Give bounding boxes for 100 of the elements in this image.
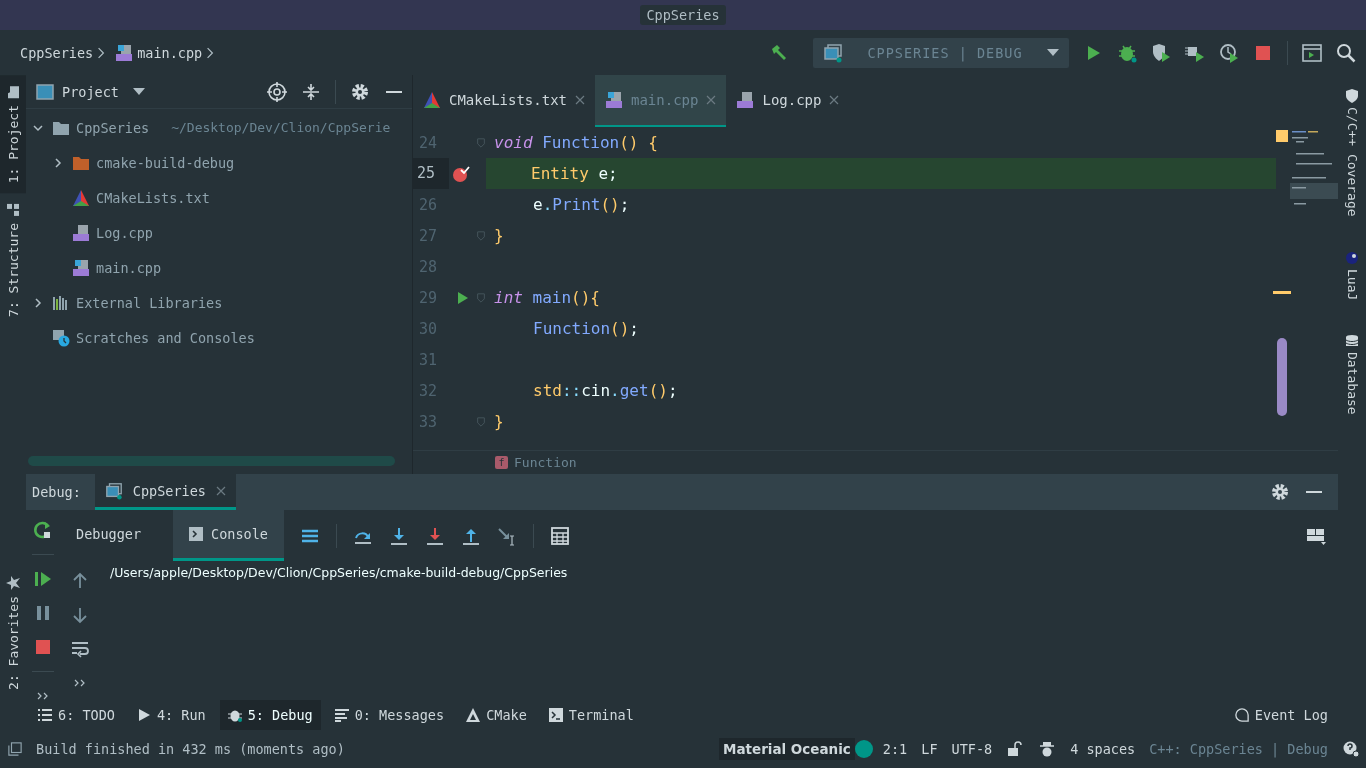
file-encoding[interactable]: UTF-8 (951, 741, 993, 757)
project-path: ~/Desktop/Dev/Clion/CppSerie (171, 118, 391, 137)
speech-bubble-icon (1234, 708, 1249, 722)
code-token: :: (561, 381, 582, 400)
warning-marker[interactable] (1273, 291, 1291, 294)
debugger-tab[interactable]: Console (173, 510, 284, 561)
tree-item[interactable]: main.cpp (96, 259, 162, 276)
hammer-icon[interactable] (769, 42, 789, 63)
run-to-cursor-icon[interactable] (496, 525, 517, 546)
clock-run-icon[interactable] (1219, 42, 1239, 63)
tree-item[interactable]: CppSeries (76, 119, 150, 136)
theme-indicator[interactable]: Material Oceanic (719, 738, 855, 760)
tool-window-tab[interactable]: 2: Favorites (0, 566, 26, 700)
tool-window-tab[interactable]: 5: Debug (219, 700, 321, 730)
inspector-icon[interactable] (1038, 741, 1057, 757)
tool-window-tab[interactable]: CMake (458, 700, 535, 730)
breadcrumb-item[interactable]: main.cpp (137, 44, 203, 61)
code-token: cin (581, 381, 611, 400)
triangle-icon (72, 188, 90, 207)
more-icon[interactable] (37, 692, 49, 700)
code-token: Entity (531, 164, 589, 183)
settings-icon[interactable] (350, 81, 370, 102)
tool-window-tab[interactable]: LuaJ (1338, 236, 1366, 320)
tree-item[interactable]: cmake-build-debug (96, 154, 235, 171)
messages-icon (334, 708, 349, 722)
step-into-icon[interactable] (388, 525, 409, 546)
tree-item[interactable]: Scratches and Consoles (76, 329, 255, 346)
help-icon[interactable] (1342, 741, 1360, 757)
terminal-window-icon[interactable] (1302, 42, 1322, 63)
vertical-scrollbar[interactable] (1277, 338, 1287, 416)
panel-title: Debug: (32, 484, 81, 500)
tool-window-tab[interactable]: 0: Messages (326, 700, 453, 730)
force-step-into-icon[interactable] (424, 525, 445, 546)
tool-window-tab[interactable]: 6: TODO (30, 700, 123, 730)
fold-marker-icon[interactable] (476, 292, 486, 303)
stop-icon[interactable] (33, 637, 53, 657)
editor-tab[interactable]: Log.cpp (726, 75, 850, 127)
caret-icon[interactable] (132, 87, 145, 96)
structure-icon (6, 203, 20, 218)
fold-marker-icon[interactable] (476, 230, 486, 241)
settings-icon[interactable] (1270, 482, 1290, 502)
cpp-file-icon (605, 91, 623, 109)
arrow-down-icon[interactable] (70, 605, 90, 625)
collapse-icon[interactable] (301, 81, 321, 102)
close-icon[interactable] (829, 95, 840, 105)
tool-window-tab[interactable]: 4: Run (128, 700, 214, 730)
target-icon[interactable] (267, 81, 287, 102)
line-number: 24 (418, 133, 439, 152)
function-icon: f (495, 456, 508, 469)
tool-window-tab[interactable]: C/C++ Coverage (1338, 75, 1366, 237)
horizontal-scrollbar[interactable] (28, 456, 395, 466)
rerun-icon[interactable] (33, 520, 53, 540)
calculator-icon[interactable] (549, 525, 570, 546)
event-log-button[interactable]: Event Log (1226, 700, 1336, 730)
debug-session-tab[interactable]: CppSeries (94, 474, 236, 510)
breadcrumb-item[interactable]: CppSeries (20, 44, 94, 61)
window-icon (823, 42, 843, 63)
indent-setting[interactable]: 4 spaces (1070, 741, 1136, 757)
breakpoint-icon[interactable] (451, 164, 470, 183)
soft-wrap-icon[interactable] (70, 639, 90, 659)
code-token: e (533, 195, 543, 214)
resume-icon[interactable] (33, 569, 53, 589)
panel-title[interactable]: Project (62, 83, 119, 100)
terminal-icon (548, 708, 563, 722)
code-token: e (597, 164, 609, 183)
search-icon[interactable] (1336, 42, 1356, 63)
tool-window-tab[interactable]: 7: Structure (0, 193, 26, 328)
code-token: void (494, 133, 534, 152)
code-token: ; (619, 195, 630, 214)
cpp-file-icon (736, 91, 755, 109)
tool-window-tab[interactable]: Database (1338, 319, 1366, 435)
more-icon[interactable] (74, 679, 86, 687)
tree-item[interactable]: External Libraries (76, 294, 223, 311)
line-separator[interactable]: LF (921, 741, 938, 757)
tree-item[interactable]: CMakeLists.txt (96, 189, 210, 206)
close-icon[interactable] (215, 485, 226, 496)
line-number: 30 (418, 319, 439, 338)
list-icon (38, 708, 52, 722)
debugger-tab[interactable]: Debugger (60, 510, 158, 561)
tree-item[interactable]: Log.cpp (96, 224, 153, 241)
cursor-position[interactable]: 2:1 (882, 741, 908, 757)
fold-marker-icon[interactable] (476, 416, 486, 427)
scratches-icon (52, 328, 70, 347)
panels-icon[interactable] (8, 742, 22, 756)
chevron-right-icon (97, 46, 106, 59)
warning-marker[interactable] (1276, 130, 1288, 142)
shield-icon (1345, 89, 1359, 103)
code-token: } (494, 412, 504, 431)
tool-window-tab[interactable]: 1: Project (0, 75, 26, 194)
tool-window-tab[interactable]: Terminal (540, 700, 642, 730)
code-token: ; (629, 319, 639, 338)
code-token: int (494, 288, 524, 307)
code-token: ; (608, 164, 618, 183)
triangle-icon (466, 708, 481, 722)
coverage-icon[interactable] (1151, 42, 1171, 63)
fold-marker-icon[interactable] (476, 137, 486, 148)
database-icon (1345, 333, 1359, 348)
unlocked-icon[interactable] (1006, 741, 1025, 757)
close-icon[interactable] (575, 95, 585, 105)
editor-tab[interactable]: CMakeLists.txt (413, 75, 595, 127)
